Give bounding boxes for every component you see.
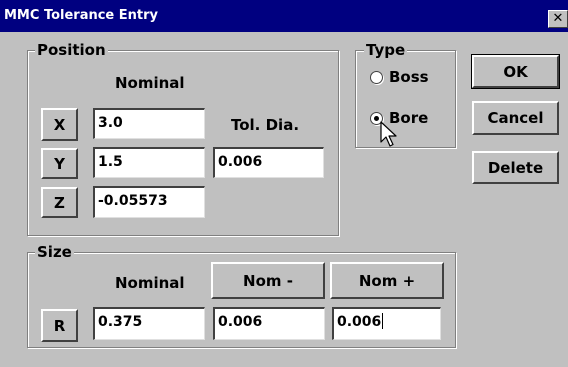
text-caret xyxy=(382,313,384,329)
type-legend: Type xyxy=(364,41,408,59)
position-nominal-header: Nominal xyxy=(115,74,185,92)
boss-radio-circle[interactable] xyxy=(370,70,383,84)
bore-radio[interactable]: Bore xyxy=(370,107,428,129)
type-group xyxy=(355,50,456,148)
y-tol-dia-field[interactable]: 0.006 xyxy=(213,147,324,178)
size-nominal-header: Nominal xyxy=(115,274,185,292)
mouse-pointer-icon xyxy=(380,121,397,147)
y-button[interactable]: Y xyxy=(41,148,78,179)
size-legend: Size xyxy=(35,243,74,261)
z-button[interactable]: Z xyxy=(41,187,78,218)
close-icon: ✕ xyxy=(552,11,564,26)
window-title: MMC Tolerance Entry xyxy=(4,8,159,23)
tol-dia-header: Tol. Dia. xyxy=(231,116,300,134)
r-nom-minus-field[interactable]: 0.006 xyxy=(213,307,325,340)
cancel-button[interactable]: Cancel xyxy=(472,101,559,135)
r-nom-plus-field[interactable]: 0.006 xyxy=(332,307,441,340)
nom-plus-button[interactable]: Nom + xyxy=(330,262,444,299)
nom-minus-button[interactable]: Nom - xyxy=(211,262,325,299)
delete-button[interactable]: Delete xyxy=(472,151,559,184)
ok-button[interactable]: OK xyxy=(471,54,560,89)
z-nominal-field[interactable]: -0.05573 xyxy=(93,186,205,218)
close-button[interactable]: ✕ xyxy=(548,10,568,28)
r-button[interactable]: R xyxy=(41,309,78,342)
r-nominal-field[interactable]: 0.375 xyxy=(93,307,205,340)
boss-radio-label: Boss xyxy=(389,68,429,86)
x-button[interactable]: X xyxy=(41,108,78,141)
y-nominal-field[interactable]: 1.5 xyxy=(93,147,205,178)
x-nominal-field[interactable]: 3.0 xyxy=(93,108,205,139)
boss-radio[interactable]: Boss xyxy=(370,66,429,88)
position-legend: Position xyxy=(35,41,108,59)
